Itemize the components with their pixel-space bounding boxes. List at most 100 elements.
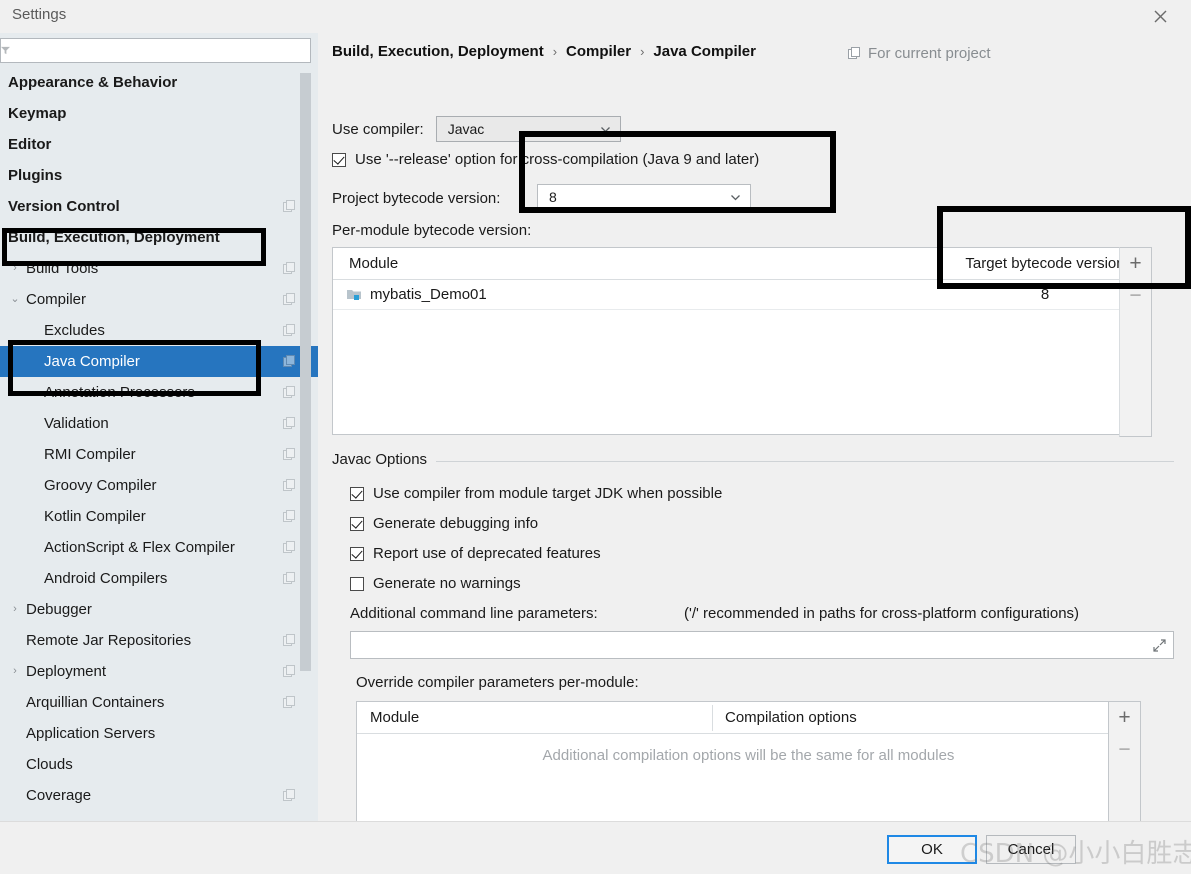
copy-module-icon[interactable] [283,789,296,802]
add-override-button[interactable]: + [1109,702,1140,734]
chevron-right-icon[interactable]: › [8,665,22,679]
sidebar-item-label: Build, Execution, Deployment [8,229,220,246]
javac-options-group-title: Javac Options [332,451,436,468]
column-header-module[interactable]: Module [357,709,712,726]
sidebar-item-editor[interactable]: Editor [0,129,318,160]
use-compiler-row: Use compiler: Javac [332,116,621,142]
expand-editor-icon[interactable] [1153,639,1166,652]
javac-checkbox-row-0[interactable]: Use compiler from module target JDK when… [350,485,722,502]
copy-module-icon[interactable] [283,262,296,275]
sidebar-item-actionscript-flex-compiler[interactable]: ActionScript & Flex Compiler [0,532,318,563]
sidebar-item-rmi-compiler[interactable]: RMI Compiler [0,439,318,470]
sidebar-scrollbar-thumb[interactable] [300,73,311,671]
chevron-right-icon[interactable]: › [8,603,22,617]
javac-checkbox-2[interactable] [350,546,364,561]
group-divider [436,461,1174,462]
sidebar-item-keymap[interactable]: Keymap [0,98,318,129]
sidebar-item-compiler[interactable]: ⌄ Compiler [0,284,318,315]
sidebar-item-label: Editor [8,136,52,153]
cell-module-text: mybatis_Demo01 [370,286,487,303]
sidebar-item-label: Application Servers [26,725,156,742]
sidebar-item-application-servers[interactable]: Application Servers [0,718,318,749]
sidebar-item-validation[interactable]: Validation [0,408,318,439]
sidebar-item-plugins[interactable]: Plugins [0,160,318,191]
copy-module-icon[interactable] [283,386,296,399]
copy-module-icon[interactable] [283,200,296,213]
sidebar-item-java-compiler[interactable]: Java Compiler [0,346,318,377]
copy-module-icon[interactable] [283,355,296,368]
sidebar-item-build-tools[interactable]: › Build Tools [0,253,318,284]
sidebar-item-deployment[interactable]: › Deployment [0,656,318,687]
sidebar-item-label: Validation [44,415,109,432]
copy-module-icon[interactable] [283,324,296,337]
release-option-checkbox[interactable] [332,152,346,167]
table-row[interactable]: mybatis_Demo01 8 [333,280,1151,310]
copy-module-icon[interactable] [283,448,296,461]
search-input[interactable] [0,38,311,63]
sidebar-item-annotation-processors[interactable]: Annotation Processors [0,377,318,408]
sidebar-item-excludes[interactable]: Excludes [0,315,318,346]
release-option-label: Use '--release' option for cross-compila… [355,151,760,168]
sidebar-item-kotlin-compiler[interactable]: Kotlin Compiler [0,501,318,532]
copy-module-icon[interactable] [283,572,296,585]
copy-module-icon[interactable] [283,634,296,647]
sidebar-item-appearance-behavior[interactable]: Appearance & Behavior [0,67,318,98]
javac-checkbox-label-3: Generate no warnings [373,575,521,592]
additional-params-input[interactable] [350,631,1174,659]
copy-module-icon[interactable] [283,541,296,554]
add-module-button[interactable]: + [1120,248,1151,280]
copy-module-icon[interactable] [283,665,296,678]
copy-module-icon[interactable] [283,417,296,430]
sidebar-item-version-control[interactable]: Version Control [0,191,318,222]
javac-checkbox-1[interactable] [350,516,364,531]
breadcrumb-item-0[interactable]: Build, Execution, Deployment [332,43,544,60]
sidebar-item-groovy-compiler[interactable]: Groovy Compiler [0,470,318,501]
ok-button[interactable]: OK [887,835,977,864]
per-module-bytecode-label: Per-module bytecode version: [332,222,532,239]
sidebar-item-clouds[interactable]: Clouds [0,749,318,780]
project-bytecode-select[interactable]: 8 [537,184,751,210]
additional-params-label: Additional command line parameters: [350,605,598,622]
copy-module-icon[interactable] [283,293,296,306]
javac-checkbox-label-0: Use compiler from module target JDK when… [373,485,723,502]
copy-module-icon[interactable] [283,696,296,709]
breadcrumb-item-1[interactable]: Compiler [566,43,631,60]
sidebar-item-label: Appearance & Behavior [8,74,178,91]
javac-checkbox-row-2[interactable]: Report use of deprecated features [350,545,601,562]
javac-checkbox-row-1[interactable]: Generate debugging info [350,515,538,532]
sidebar-item-android-compilers[interactable]: Android Compilers [0,563,318,594]
javac-checkbox-row-3[interactable]: Generate no warnings [350,575,521,592]
javac-checkbox-0[interactable] [350,486,364,501]
remove-override-button[interactable]: − [1109,734,1140,766]
sidebar-item-coverage[interactable]: Coverage [0,780,318,811]
sidebar-item-debugger[interactable]: › Debugger [0,594,318,625]
sidebar-item-remote-jar-repositories[interactable]: Remote Jar Repositories [0,625,318,656]
remove-module-button[interactable]: − [1120,280,1151,312]
javac-checkbox-3[interactable] [350,576,364,591]
column-header-module[interactable]: Module [333,255,939,272]
sidebar-item-label: Excludes [44,322,105,339]
javac-checkbox-label-1: Generate debugging info [373,515,539,532]
breadcrumb-separator-icon: › [552,44,558,59]
breadcrumb: Build, Execution, Deployment › Compiler … [332,43,756,60]
chevron-right-icon[interactable]: › [8,262,22,276]
additional-params-hint: ('/' recommended in paths for cross-plat… [684,605,1080,622]
sidebar-item-arquillian-containers[interactable]: Arquillian Containers [0,687,318,718]
cancel-button[interactable]: Cancel [986,835,1076,864]
sidebar-item-build-execution-deployment[interactable]: Build, Execution, Deployment [0,222,318,253]
sidebar-item-label: Android Compilers [44,570,168,587]
chevron-down-icon [731,195,740,201]
release-option-checkbox-row[interactable]: Use '--release' option for cross-compila… [332,151,759,168]
copy-module-icon[interactable] [283,510,296,523]
chevron-down-icon[interactable]: ⌄ [8,293,22,307]
use-compiler-value: Javac [447,121,485,137]
column-header-compilation-options[interactable]: Compilation options [712,709,1140,726]
for-current-project-text: For current project [868,45,991,62]
use-compiler-select[interactable]: Javac [435,116,621,142]
close-icon[interactable] [1137,0,1183,33]
override-params-label: Override compiler parameters per-module: [356,674,639,691]
sidebar-item-label: Plugins [8,167,63,184]
copy-module-icon[interactable] [283,479,296,492]
sidebar-item-label: Clouds [26,756,73,773]
use-compiler-label: Use compiler: [332,120,424,138]
